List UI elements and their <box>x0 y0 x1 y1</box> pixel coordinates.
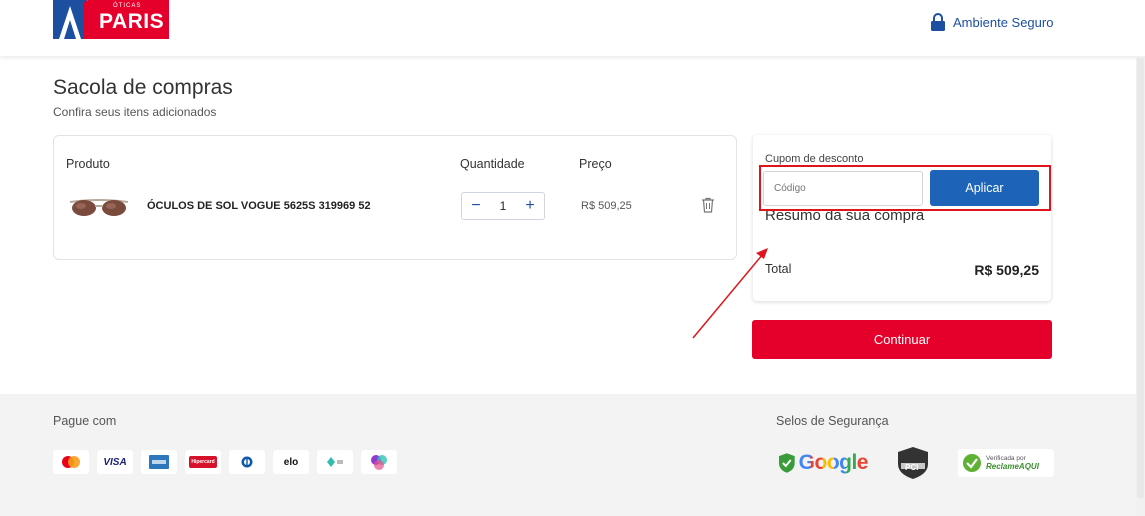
hipercard-icon: Hipercard <box>185 450 221 474</box>
pay-with-label: Pague com <box>53 414 117 428</box>
coupon-highlight-box <box>759 165 1051 211</box>
increase-quantity-button[interactable]: + <box>523 198 537 214</box>
hipercard-text: Hipercard <box>189 456 217 468</box>
order-summary-card: Cupom de desconto Aplicar Resumo da sua … <box>753 135 1051 301</box>
page-title: Sacola de compras <box>53 76 233 99</box>
scrollbar-thumb[interactable] <box>1137 58 1144 498</box>
trash-icon[interactable] <box>701 197 715 213</box>
column-header-quantity: Quantidade <box>460 157 525 171</box>
quantity-stepper: − 1 + <box>461 192 545 220</box>
lock-icon <box>931 13 945 31</box>
quantity-value[interactable]: 1 <box>500 199 507 213</box>
continue-button[interactable]: Continuar <box>752 320 1052 359</box>
reclame-aqui-brand: ReclameAQUI <box>986 461 1039 471</box>
shield-icon <box>778 453 795 473</box>
page-subtitle: Confira seus itens adicionados <box>53 105 217 119</box>
product-name[interactable]: ÓCULOS DE SOL VOGUE 5625S 319969 52 <box>147 200 371 212</box>
column-header-price: Preço <box>579 157 612 171</box>
total-value: R$ 509,25 <box>974 262 1039 278</box>
logo-brand-text: PARIS <box>99 10 165 33</box>
page-scrollbar[interactable] <box>1136 56 1145 516</box>
oticas-paris-logo[interactable]: ÓTICAS PARIS <box>53 0 169 39</box>
google-seal-text: Google <box>798 451 869 474</box>
cart-card: Produto Quantidade Preço ÓCULOS DE SOL V… <box>53 135 737 260</box>
pix-icon <box>317 450 353 474</box>
secure-label: Ambiente Seguro <box>953 14 1054 30</box>
security-seals-label: Selos de Segurança <box>776 414 889 428</box>
logo-tower-block <box>53 0 87 39</box>
pci-seal[interactable]: PCI <box>896 446 930 480</box>
visa-icon: VISA <box>97 450 133 474</box>
header: ÓTICAS PARIS Ambiente Seguro <box>0 0 1145 56</box>
mastercard-icon <box>53 450 89 474</box>
reclame-aqui-seal[interactable]: Verificada por ReclameAQUI <box>958 449 1054 477</box>
google-safe-browsing-seal[interactable]: Google <box>778 448 869 478</box>
reclame-aqui-text: Verificada por ReclameAQUI <box>986 455 1039 472</box>
pci-text: PCI <box>905 463 919 472</box>
visa-text: VISA <box>103 456 127 468</box>
elo-text: elo <box>283 456 299 468</box>
product-image[interactable] <box>68 196 130 218</box>
coupon-label: Cupom de desconto <box>765 153 864 165</box>
payment-methods: VISA Hipercard elo <box>53 450 397 474</box>
decrease-quantity-button[interactable]: − <box>469 198 483 214</box>
amex-icon <box>141 450 177 474</box>
check-icon <box>963 454 981 472</box>
column-header-product: Produto <box>66 157 110 171</box>
security-seals: Google PCI Verificada por ReclameAQUI <box>778 446 1054 480</box>
product-price: R$ 509,25 <box>581 200 632 212</box>
total-label: Total <box>765 262 792 276</box>
secure-environment: Ambiente Seguro <box>930 13 1053 31</box>
hiper-icon <box>361 450 397 474</box>
diners-icon <box>229 450 265 474</box>
footer: Pague com Selos de Segurança VISA Hiperc… <box>0 394 1136 516</box>
page: ÓTICAS PARIS Ambiente Seguro Sacola de c… <box>0 0 1145 516</box>
elo-icon: elo <box>273 450 309 474</box>
logo-small-text: ÓTICAS <box>113 3 142 9</box>
